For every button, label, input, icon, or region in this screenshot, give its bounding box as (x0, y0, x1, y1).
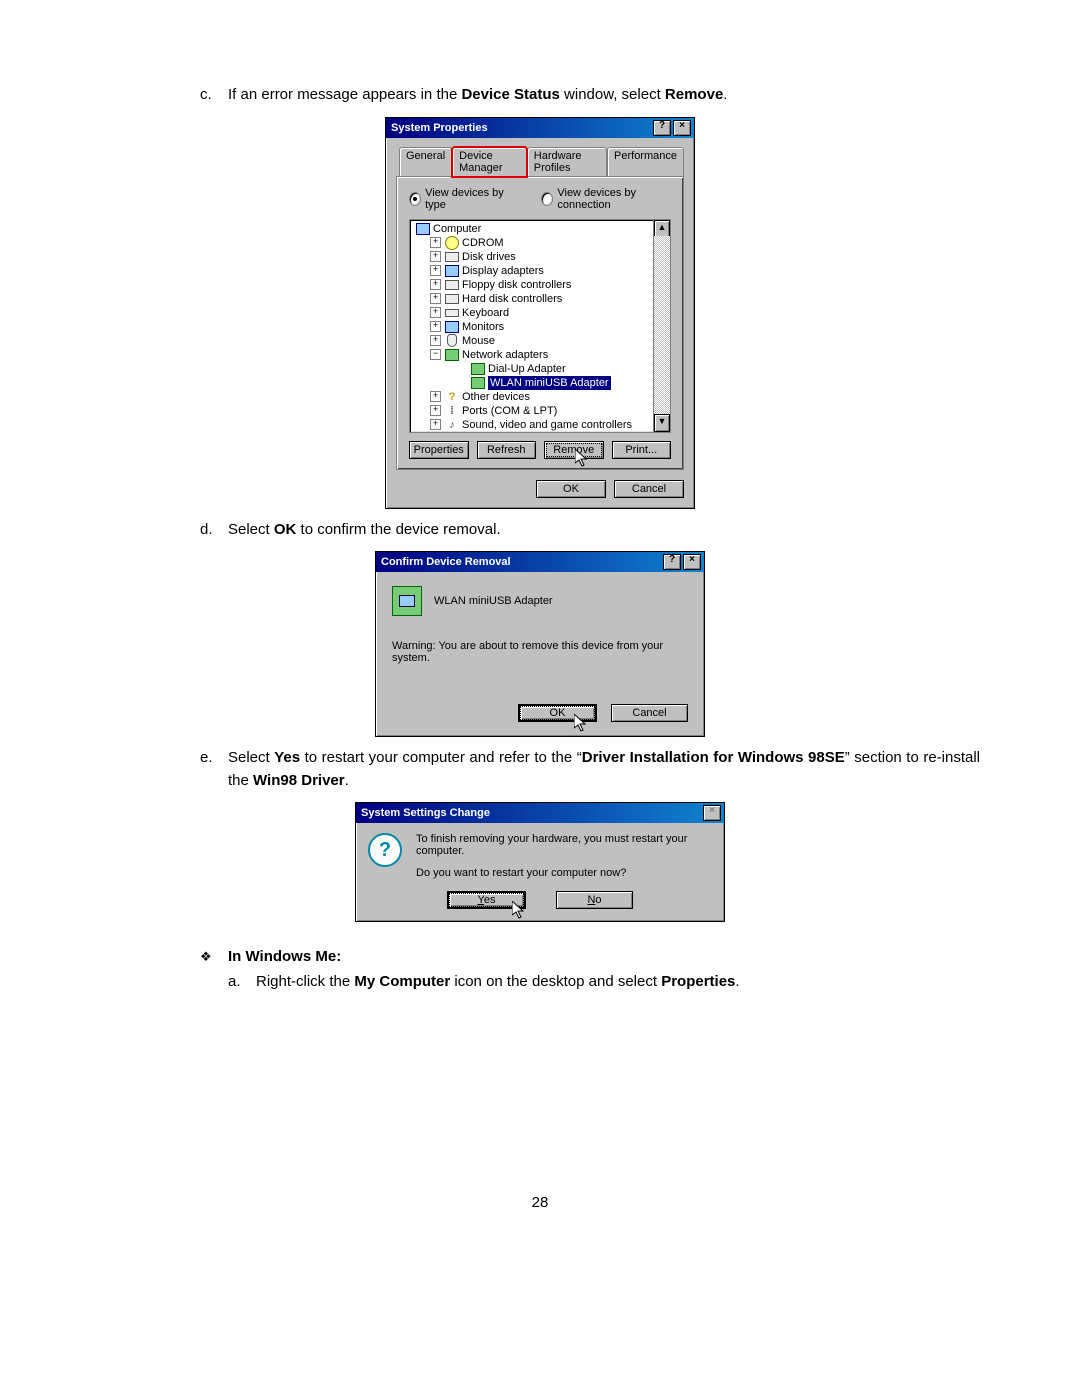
step-e-text: Select Yes to restart your computer and … (228, 747, 980, 792)
network-icon (471, 363, 485, 375)
close-icon[interactable]: × (673, 120, 691, 136)
step-d-letter: d. (200, 519, 228, 542)
device-icon (392, 586, 422, 616)
cancel-button[interactable]: Cancel (614, 480, 684, 498)
expand-icon[interactable]: + (430, 321, 441, 332)
other-devices-icon: ? (445, 391, 459, 403)
tab-performance[interactable]: Performance (607, 147, 684, 177)
device-name: WLAN miniUSB Adapter (434, 595, 553, 607)
cancel-button[interactable]: Cancel (611, 704, 688, 722)
windows-me-heading: In Windows Me: (228, 948, 341, 965)
disk-icon (445, 251, 459, 263)
cdrom-icon (445, 237, 459, 249)
confirm-dialog: Confirm Device Removal ? × WLAN miniUSB … (375, 551, 705, 737)
hdd-icon (445, 293, 459, 305)
ok-button[interactable]: OK (518, 704, 597, 722)
scrollbar[interactable]: ▲ ▼ (653, 220, 670, 432)
print-button[interactable]: Print... (612, 441, 672, 459)
ports-icon: ⁞ (445, 405, 459, 417)
network-icon (445, 349, 459, 361)
system-properties-dialog: System Properties ? × General Device Man… (385, 117, 695, 509)
scroll-down-icon[interactable]: ▼ (654, 414, 670, 432)
keyboard-icon (445, 307, 459, 319)
expand-icon[interactable]: + (430, 335, 441, 346)
help-icon[interactable]: ? (653, 120, 671, 136)
ok-button[interactable]: OK (536, 480, 606, 498)
step-d-text: Select OK to confirm the device removal. (228, 519, 980, 542)
remove-button[interactable]: Remove (544, 441, 604, 459)
step-a-letter: a. (228, 971, 256, 994)
diamond-icon: ❖ (200, 949, 228, 965)
network-icon (471, 377, 485, 389)
selected-device[interactable]: WLAN miniUSB Adapter (488, 376, 611, 390)
computer-icon (416, 223, 430, 235)
section-windows-me: ❖ In Windows Me: (100, 948, 980, 965)
expand-icon[interactable]: + (430, 391, 441, 402)
step-a: a. Right-click the My Computer icon on t… (100, 971, 980, 994)
page-number: 28 (100, 1194, 980, 1211)
tab-hardware-profiles[interactable]: Hardware Profiles (527, 147, 607, 177)
no-button[interactable]: No (556, 891, 633, 909)
step-e-letter: e. (200, 747, 228, 792)
expand-icon[interactable]: + (430, 405, 441, 416)
tab-panel: View devices by type View devices by con… (396, 176, 684, 470)
help-icon[interactable]: ? (663, 554, 681, 570)
floppy-icon (445, 279, 459, 291)
expand-icon[interactable]: + (430, 265, 441, 276)
settings-line2: Do you want to restart your computer now… (416, 867, 712, 879)
tab-general[interactable]: General (399, 147, 452, 177)
close-icon[interactable]: × (683, 554, 701, 570)
radio-dot-icon (409, 192, 421, 206)
expand-icon[interactable]: + (430, 279, 441, 290)
monitor-icon (445, 321, 459, 333)
scroll-track[interactable] (654, 236, 670, 416)
titlebar[interactable]: System Properties ? × (386, 118, 694, 138)
properties-button[interactable]: Properties (409, 441, 469, 459)
device-tree[interactable]: Computer +CDROM +Disk drives +Display ad… (409, 219, 671, 433)
titlebar[interactable]: System Settings Change × (356, 803, 724, 823)
tab-device-manager[interactable]: Device Manager (452, 147, 527, 177)
dialog-title: System Settings Change (359, 807, 701, 819)
dialog-title: Confirm Device Removal (379, 556, 661, 568)
step-a-text: Right-click the My Computer icon on the … (256, 971, 980, 994)
radio-dot-icon (541, 192, 553, 206)
expand-icon[interactable]: + (430, 419, 441, 430)
step-e: e. Select Yes to restart your computer a… (100, 747, 980, 792)
mouse-icon (445, 335, 459, 347)
expand-icon[interactable]: + (430, 293, 441, 304)
refresh-button[interactable]: Refresh (477, 441, 537, 459)
question-icon: ? (368, 833, 402, 867)
step-d: d. Select OK to confirm the device remov… (100, 519, 980, 542)
step-c: c. If an error message appears in the De… (100, 84, 980, 107)
settings-change-dialog: System Settings Change × ? To finish rem… (355, 802, 725, 922)
settings-line1: To finish removing your hardware, you mu… (416, 833, 712, 857)
step-c-letter: c. (200, 84, 228, 107)
sound-icon: ♪ (445, 419, 459, 431)
radio-view-by-connection[interactable]: View devices by connection (541, 187, 671, 211)
titlebar[interactable]: Confirm Device Removal ? × (376, 552, 704, 572)
expand-icon[interactable]: + (430, 251, 441, 262)
expand-icon[interactable]: + (430, 237, 441, 248)
collapse-icon[interactable]: − (430, 349, 441, 360)
close-icon[interactable]: × (703, 805, 721, 821)
expand-icon[interactable]: + (430, 307, 441, 318)
dialog-title: System Properties (389, 122, 651, 134)
step-c-text: If an error message appears in the Devic… (228, 84, 980, 107)
yes-button[interactable]: Yes (447, 891, 526, 909)
display-icon (445, 265, 459, 277)
warning-text: Warning: You are about to remove this de… (392, 640, 688, 664)
radio-view-by-type[interactable]: View devices by type (409, 187, 511, 211)
